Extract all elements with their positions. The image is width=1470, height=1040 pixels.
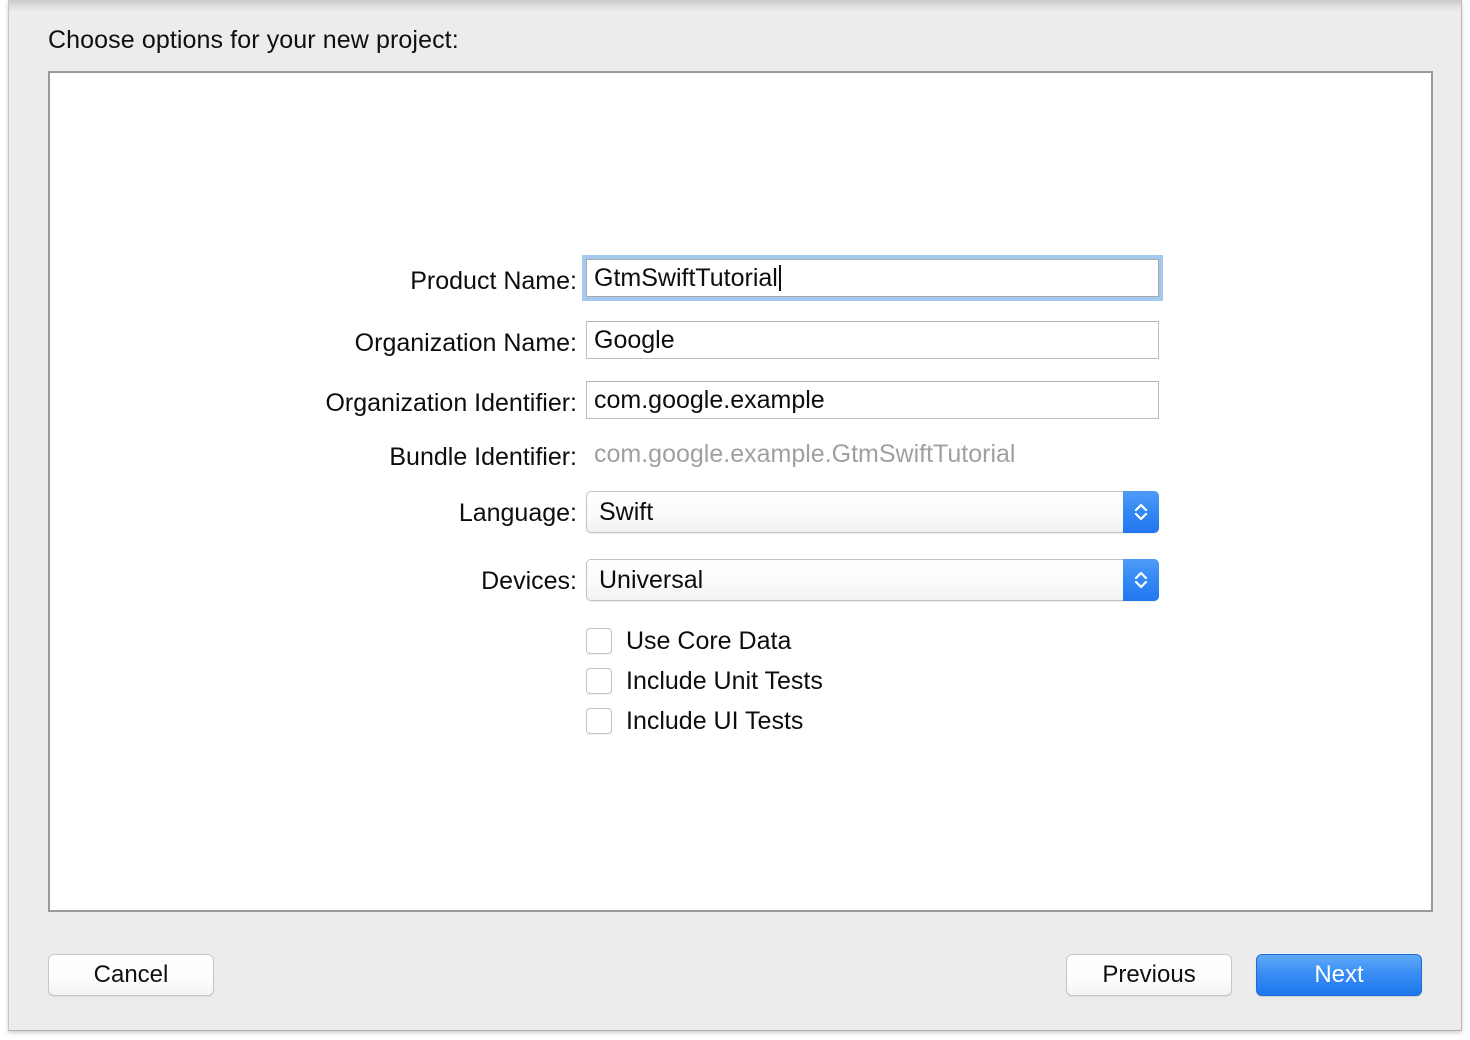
bundle-identifier-value: com.google.example.GtmSwiftTutorial [586, 435, 1015, 473]
previous-button[interactable]: Previous [1066, 954, 1232, 996]
chevron-up-down-icon[interactable] [1123, 559, 1159, 601]
organization-identifier-input[interactable]: com.google.example [586, 381, 1159, 419]
organization-identifier-value: com.google.example [594, 386, 825, 414]
cancel-button[interactable]: Cancel [48, 954, 214, 996]
organization-name-value: Google [594, 326, 675, 354]
window-titlebar [9, 0, 1461, 11]
devices-select[interactable]: Universal [586, 559, 1159, 601]
product-name-control: GtmSwiftTutorial [586, 259, 1159, 297]
organization-name-control: Google [586, 321, 1159, 359]
options-panel: Product Name: GtmSwiftTutorial Organizat… [48, 71, 1433, 912]
checkbox-box[interactable] [586, 628, 612, 654]
checkbox-label: Include UI Tests [626, 707, 803, 736]
form-row-devices: Devices: Universal [50, 559, 1435, 603]
organization-identifier-control: com.google.example [586, 381, 1159, 419]
chevron-up-down-icon[interactable] [1123, 491, 1159, 533]
bundle-identifier-label: Bundle Identifier: [50, 435, 577, 479]
form-row-bundle-identifier: Bundle Identifier: com.google.example.Gt… [50, 435, 1435, 479]
devices-label: Devices: [50, 559, 577, 603]
text-cursor [779, 265, 781, 291]
checkbox-include-ui-tests[interactable]: Include UI Tests [586, 701, 803, 741]
product-name-label: Product Name: [50, 259, 577, 303]
organization-name-input[interactable]: Google [586, 321, 1159, 359]
checkbox-box[interactable] [586, 708, 612, 734]
form-row-organization-name: Organization Name: Google [50, 321, 1435, 365]
checkbox-use-core-data[interactable]: Use Core Data [586, 621, 791, 661]
form-row-organization-identifier: Organization Identifier: com.google.exam… [50, 381, 1435, 425]
new-project-options-window: Choose options for your new project: Pro… [8, 0, 1462, 1031]
product-name-input[interactable]: GtmSwiftTutorial [586, 259, 1159, 297]
form-row-language: Language: Swift [50, 491, 1435, 535]
organization-identifier-label: Organization Identifier: [50, 381, 577, 425]
organization-name-label: Organization Name: [50, 321, 577, 365]
devices-selected-value: Universal [599, 560, 703, 600]
next-button[interactable]: Next [1256, 954, 1422, 996]
bundle-identifier-control: com.google.example.GtmSwiftTutorial [586, 435, 1015, 473]
product-name-value: GtmSwiftTutorial [594, 264, 778, 292]
language-selected-value: Swift [599, 492, 653, 532]
devices-control: Universal [586, 559, 1159, 601]
form-row-product-name: Product Name: GtmSwiftTutorial [50, 259, 1435, 303]
checkbox-label: Use Core Data [626, 627, 791, 656]
language-label: Language: [50, 491, 577, 535]
checkbox-box[interactable] [586, 668, 612, 694]
page-title: Choose options for your new project: [48, 26, 459, 55]
checkbox-include-unit-tests[interactable]: Include Unit Tests [586, 661, 823, 701]
language-control: Swift [586, 491, 1159, 533]
language-select[interactable]: Swift [586, 491, 1159, 533]
checkbox-label: Include Unit Tests [626, 667, 823, 696]
